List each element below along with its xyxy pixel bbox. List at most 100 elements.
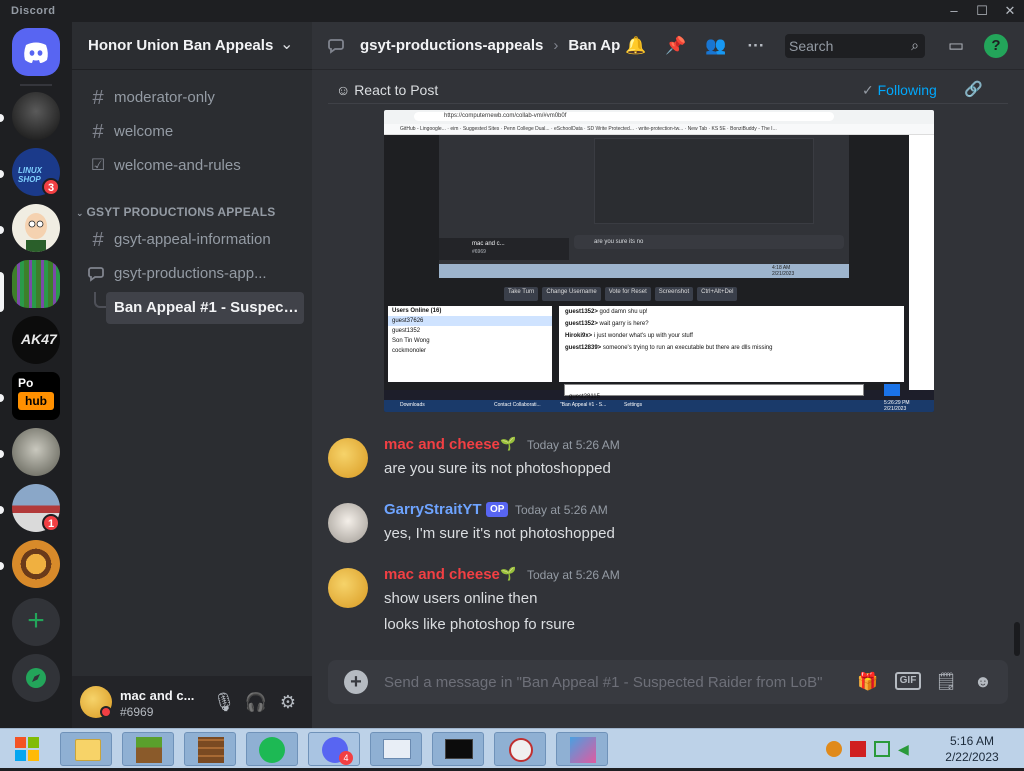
- channel-header: gsyt-productions-appeals › Ban Ap 🔔 📌 👥 ··…: [312, 22, 1024, 70]
- breadcrumb-thread[interactable]: Ban Ap: [568, 37, 620, 54]
- more-options-icon[interactable]: ···: [744, 34, 768, 58]
- username: mac and c...: [120, 688, 195, 703]
- taskbar-clock[interactable]: 5:16 AM 2/22/2023: [930, 733, 1014, 765]
- discord-window: Discord – ☐ ✕ LINUX SHOP 3 AK47 Po hub 1…: [0, 0, 1024, 728]
- channel-moderator-only[interactable]: # moderator-only: [80, 82, 304, 114]
- taskbar-terminal[interactable]: [432, 732, 484, 766]
- server-ak47[interactable]: AK47: [12, 316, 60, 364]
- unread-pill: [0, 114, 4, 122]
- unread-pill: [0, 450, 4, 458]
- tray-network-icon[interactable]: [874, 741, 890, 757]
- search-box[interactable]: ⌕: [785, 34, 925, 58]
- avatar[interactable]: [328, 568, 368, 608]
- taskbar-network-tool[interactable]: [494, 732, 546, 766]
- avatar[interactable]: [328, 438, 368, 478]
- emoji-add-icon: ☺: [336, 82, 355, 98]
- gear-icon[interactable]: ⚙: [276, 690, 300, 714]
- sticker-icon[interactable]: 🗒: [934, 670, 958, 694]
- breadcrumb-forum[interactable]: gsyt-productions-appeals: [360, 37, 543, 54]
- pin-icon[interactable]: 📌: [664, 34, 688, 58]
- bell-icon[interactable]: 🔔: [624, 34, 648, 58]
- taskbar-file-explorer[interactable]: [60, 732, 112, 766]
- gift-icon[interactable]: 🎁: [856, 670, 880, 694]
- embed-bookmarks: GitHub - Lingoogle... · eim · Suggested …: [400, 126, 777, 132]
- channel-welcome[interactable]: # welcome: [80, 116, 304, 148]
- server-dark[interactable]: [12, 92, 60, 140]
- microphone-icon[interactable]: 🎙: [212, 690, 236, 714]
- channel-label: gsyt-appeal-information: [114, 231, 271, 248]
- inbox-icon[interactable]: ▭: [944, 34, 968, 58]
- following-button[interactable]: ✓ Following: [862, 78, 937, 102]
- channel-label: gsyt-productions-app...: [114, 265, 267, 282]
- attached-screenshot[interactable]: https://computernewb.com/collab-vm/#vm0b…: [384, 110, 934, 412]
- taskbar-discord[interactable]: 4: [308, 732, 360, 766]
- search-input[interactable]: [785, 34, 903, 58]
- check-icon: ✓: [862, 82, 878, 98]
- upload-plus-icon[interactable]: +: [344, 670, 368, 694]
- close-button[interactable]: ✕: [996, 2, 1024, 20]
- channel-welcome-and-rules[interactable]: ☑ welcome-and-rules: [80, 150, 304, 182]
- server-stripes[interactable]: [12, 260, 60, 308]
- search-icon: ⌕: [911, 37, 919, 53]
- post-action-bar: ☺ React to Post ✓ Following 🔗: [328, 76, 1008, 104]
- compass-icon: [26, 668, 46, 688]
- tray-flag-icon[interactable]: [850, 741, 866, 757]
- message-author[interactable]: mac and cheese: [384, 566, 500, 583]
- taskbar-minecraft[interactable]: [122, 732, 174, 766]
- message-author[interactable]: GarryStraitYT: [384, 501, 482, 518]
- unread-pill: [0, 226, 4, 234]
- category-label: GSYT PRODUCTIONS APPEALS: [86, 205, 276, 219]
- message-text: looks like photoshop fo rsure: [384, 616, 575, 633]
- op-badge: OP: [486, 502, 509, 517]
- user-tag: #6969: [120, 705, 154, 719]
- plus-icon: +: [27, 604, 45, 637]
- tray-volume-icon[interactable]: ◀: [898, 741, 914, 757]
- channel-sidebar: Honor Union Ban Appeals ⌄ # moderator-on…: [72, 22, 312, 728]
- taskbar-app[interactable]: [556, 732, 608, 766]
- taskbar-crafting[interactable]: [184, 732, 236, 766]
- gif-button[interactable]: GIF: [895, 672, 921, 690]
- network-tool-icon: [509, 738, 533, 762]
- server-burger[interactable]: [12, 540, 60, 588]
- taskbar-monitor[interactable]: [370, 732, 422, 766]
- link-icon[interactable]: 🔗: [964, 78, 983, 102]
- mention-badge: 3: [42, 178, 60, 196]
- home-button[interactable]: [12, 28, 60, 76]
- members-icon[interactable]: 👥: [704, 34, 728, 58]
- message-author[interactable]: mac and cheese: [384, 436, 500, 453]
- message-input[interactable]: [384, 660, 824, 704]
- message-composer: + 🎁 GIF 🗒 ☻: [328, 660, 1008, 704]
- start-button[interactable]: [4, 732, 50, 766]
- channel-gsyt-appeal-information[interactable]: # gsyt-appeal-information: [80, 224, 304, 256]
- message-timestamp: Today at 5:26 AM: [515, 503, 608, 517]
- thread-ban-appeal-1[interactable]: Ban Appeal #1 - Suspect...: [106, 292, 304, 324]
- mention-badge: 1: [42, 514, 60, 532]
- scrollbar-thumb[interactable]: [1014, 622, 1020, 656]
- message-timestamp: Today at 5:26 AM: [527, 568, 620, 582]
- react-to-post-button[interactable]: ☺ React to Post: [336, 78, 438, 102]
- avatar[interactable]: [328, 503, 368, 543]
- server-bw-photo[interactable]: [12, 428, 60, 476]
- explore-servers-button[interactable]: [12, 654, 60, 702]
- tray-chevron-icon[interactable]: [826, 741, 842, 757]
- server-peter[interactable]: [12, 204, 60, 252]
- terminal-icon: [445, 739, 473, 759]
- guild-header[interactable]: Honor Union Ban Appeals ⌄: [72, 22, 312, 70]
- minimize-button[interactable]: –: [940, 2, 968, 20]
- sprout-badge-icon: 🌱: [500, 436, 517, 451]
- thread-label: Ban Appeal #1 - Suspect...: [114, 299, 300, 316]
- monitor-icon: [383, 739, 411, 759]
- taskbar-spotify[interactable]: [246, 732, 298, 766]
- server-pohub[interactable]: Po hub: [12, 372, 60, 420]
- headphones-icon[interactable]: 🎧: [244, 690, 268, 714]
- add-server-button[interactable]: +: [12, 598, 60, 646]
- maximize-button[interactable]: ☐: [968, 2, 996, 20]
- guild-name: Honor Union Ban Appeals: [88, 37, 274, 54]
- taskbar-badge: 4: [339, 751, 353, 765]
- category-header[interactable]: ⌄ GSYT PRODUCTIONS APPEALS: [76, 205, 276, 219]
- channel-label: welcome: [114, 123, 174, 140]
- message-text: are you sure its not photoshopped: [384, 460, 611, 477]
- emoji-icon[interactable]: ☻: [971, 670, 995, 694]
- channel-gsyt-productions-appeals[interactable]: gsyt-productions-app...: [80, 258, 304, 290]
- help-icon[interactable]: ?: [984, 34, 1008, 58]
